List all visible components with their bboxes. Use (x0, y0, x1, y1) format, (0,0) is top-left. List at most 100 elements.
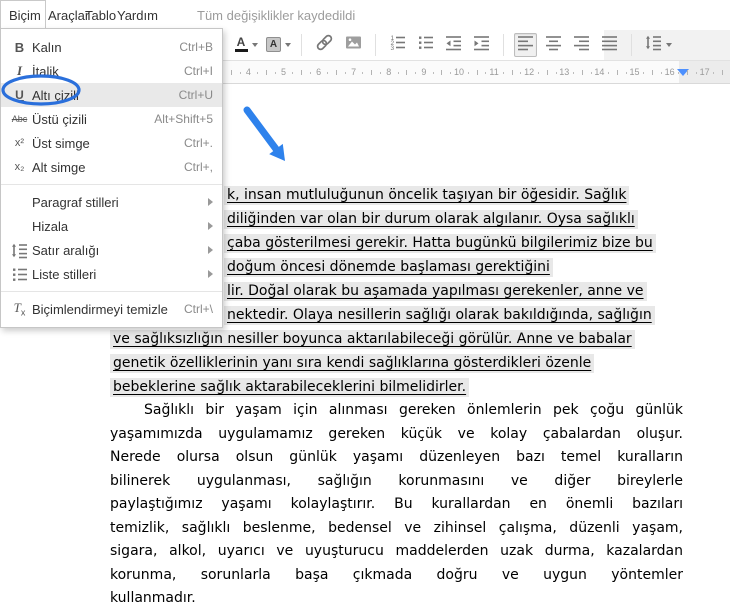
ruler-dot (380, 72, 382, 74)
ruler-dot (432, 72, 434, 74)
ruler-number: 14 (594, 67, 605, 77)
submenu-arrow-icon (208, 246, 213, 254)
ruler-dot (274, 72, 276, 74)
submenu-arrow-icon (208, 222, 213, 230)
strikethrough-icon: Abc (11, 114, 28, 124)
menu-item-label: Altı çizili (32, 87, 79, 103)
selected-text-line[interactable]: ve sağlıksızlığın nesiller boyunca aktar… (110, 329, 635, 349)
menu-item-label: Liste stilleri (32, 266, 97, 282)
ruler-tick (722, 70, 724, 75)
dropdown-caret-icon[interactable] (285, 42, 291, 47)
menu-item-bold[interactable]: B Kalın Ctrl+B (1, 35, 222, 59)
menu-item-strikethrough[interactable]: Abc Üstü çizili Alt+Shift+5 (1, 107, 222, 131)
numbered-list-button[interactable]: 123 (386, 33, 409, 57)
menu-item-subscript[interactable]: x₂ Alt simge Ctrl+, (1, 155, 222, 179)
menu-tools[interactable]: Araçlar (48, 8, 89, 23)
ruler-number: 17 (699, 67, 710, 77)
ruler-dot (257, 72, 259, 74)
ruler-dot (362, 72, 364, 74)
ruler-tick (511, 70, 513, 75)
selected-text: bebeklerine sağlık aktarabileceklerini b… (110, 378, 470, 397)
align-left-button[interactable] (514, 32, 537, 57)
ruler-dot (309, 72, 311, 74)
menu-item-line-spacing[interactable]: Satır aralığı (1, 238, 222, 262)
text-color-button[interactable]: A (231, 33, 251, 57)
selected-text-line[interactable]: doğum öncesi dönemde başlaması gerektiği… (224, 257, 553, 277)
selected-text: k, insan mutluluğunun öncelik taşıyan bi… (224, 186, 630, 205)
menu-item-list-styles[interactable]: Liste stilleri (1, 262, 222, 286)
subscript-icon: x₂ (14, 161, 25, 173)
selected-text-line[interactable]: bebeklerine sağlık aktarabileceklerini b… (110, 377, 470, 397)
ruler-number: 7 (351, 67, 357, 77)
selected-text: diliğinden var olan bir durum olarak alg… (224, 210, 638, 229)
ruler-tick (336, 70, 338, 75)
selected-text: nektedir. Olaya nesillerin sağlığı olara… (224, 306, 655, 325)
selected-text-line[interactable]: nektedir. Olaya nesillerin sağlığı olara… (224, 305, 655, 325)
body-text-line[interactable]: bilinerek uygulanması, sağlığın korunmas… (110, 471, 683, 491)
selected-text-line[interactable]: lir. Doğal olarak bu aşamada yapılması g… (224, 281, 647, 301)
menu-item-label: Hizala (32, 218, 69, 234)
ruler-tick (616, 70, 618, 75)
menu-item-superscript[interactable]: x² Üst simge Ctrl+. (1, 131, 222, 155)
menu-item-shortcut: Ctrl+U (178, 88, 213, 102)
menu-item-paragraph-styles[interactable]: Paragraf stilleri (1, 190, 222, 214)
menu-item-shortcut: Ctrl+I (183, 64, 213, 78)
dropdown-caret-icon[interactable] (666, 42, 672, 47)
increase-indent-button[interactable] (470, 33, 493, 57)
menu-item-align[interactable]: Hizala (1, 214, 222, 238)
ruler-dot (397, 72, 399, 74)
menu-help[interactable]: Yardım (117, 8, 158, 23)
selected-text: lir. Doğal olarak bu aşamada yapılması g… (224, 282, 647, 301)
bulleted-list-button[interactable] (414, 33, 437, 57)
align-justify-button[interactable] (598, 33, 621, 57)
body-text-line[interactable]: kullanmadır. (110, 588, 683, 607)
menu-item-label: Kalın (32, 39, 62, 55)
selected-text-line[interactable]: çaba gösterilmesi gerekir. Hatta bugünkü… (224, 233, 656, 253)
highlight-color-button[interactable]: A (263, 33, 284, 57)
ruler-number: 5 (280, 67, 287, 77)
ruler-tick (581, 70, 583, 75)
menubar: Biçim Araçlar Tablo Yardım Tüm değişikli… (0, 0, 730, 29)
line-spacing-icon (7, 242, 32, 259)
bulleted-list-icon (417, 34, 434, 56)
line-spacing-button[interactable] (642, 33, 665, 57)
ruler-tick (652, 70, 654, 75)
body-text-line[interactable]: temizlik, sağlıklı beslenme, bedensel ve… (110, 518, 683, 538)
ruler-dot (660, 72, 662, 74)
body-text-line[interactable]: Sağlıklı bir yaşam için alınması gereken… (110, 400, 683, 420)
ruler-dot (537, 72, 539, 74)
selected-text-line[interactable]: diliğinden var olan bir durum olarak alg… (224, 209, 638, 229)
ruler-dot (520, 72, 522, 74)
ruler-number: 4 (245, 67, 251, 77)
ruler-number: 12 (524, 67, 535, 77)
body-text-line[interactable]: Nerede olursa olsun günlük yaşamı düzenl… (110, 447, 683, 467)
body-text-line[interactable]: korunma, sorunlarla başa çıkmada doğru v… (110, 565, 683, 585)
ruler-dot (485, 72, 487, 74)
bold-icon: B (14, 39, 25, 55)
insert-image-button[interactable] (342, 33, 365, 57)
menu-item-shortcut: Ctrl+. (183, 136, 213, 150)
align-right-button[interactable] (570, 33, 593, 57)
ruler-dot (678, 72, 680, 74)
toolbar-separator (631, 33, 632, 56)
insert-link-button[interactable] (312, 33, 337, 57)
decrease-indent-button[interactable] (442, 33, 465, 57)
selected-text-line[interactable]: genetik özelliklerinin yanı sıra kendi s… (110, 353, 595, 373)
body-text-line[interactable]: sigara, alkol, uyarıcı ve uyuşturucu mad… (110, 541, 683, 561)
body-text-line[interactable]: paylaştığımız yaşamı kolaylaştırır. Bu k… (110, 494, 683, 514)
align-center-button[interactable] (542, 33, 565, 57)
ruler-number: 16 (664, 67, 675, 77)
menu-item-clear-formatting[interactable]: Tx Biçimlendirmeyi temizle Ctrl+\ (1, 297, 222, 321)
ruler-dot (415, 72, 417, 74)
menu-table[interactable]: Tablo (85, 8, 116, 23)
ruler-dot (590, 72, 592, 74)
menu-item-italic[interactable]: I İtalik Ctrl+I (1, 59, 222, 83)
align-justify-icon (601, 34, 618, 56)
save-status: Tüm değişiklikler kaydedildi (197, 8, 356, 23)
body-text-line[interactable]: yaşamımızda uygulamamız gereken küçük ve… (110, 424, 683, 444)
dropdown-caret-icon[interactable] (252, 42, 258, 47)
menu-format[interactable]: Biçim (0, 0, 46, 29)
menu-separator (1, 291, 222, 292)
menu-item-underline[interactable]: U Altı çizili Ctrl+U (1, 83, 222, 107)
selected-text-line[interactable]: k, insan mutluluğunun öncelik taşıyan bi… (224, 185, 630, 205)
